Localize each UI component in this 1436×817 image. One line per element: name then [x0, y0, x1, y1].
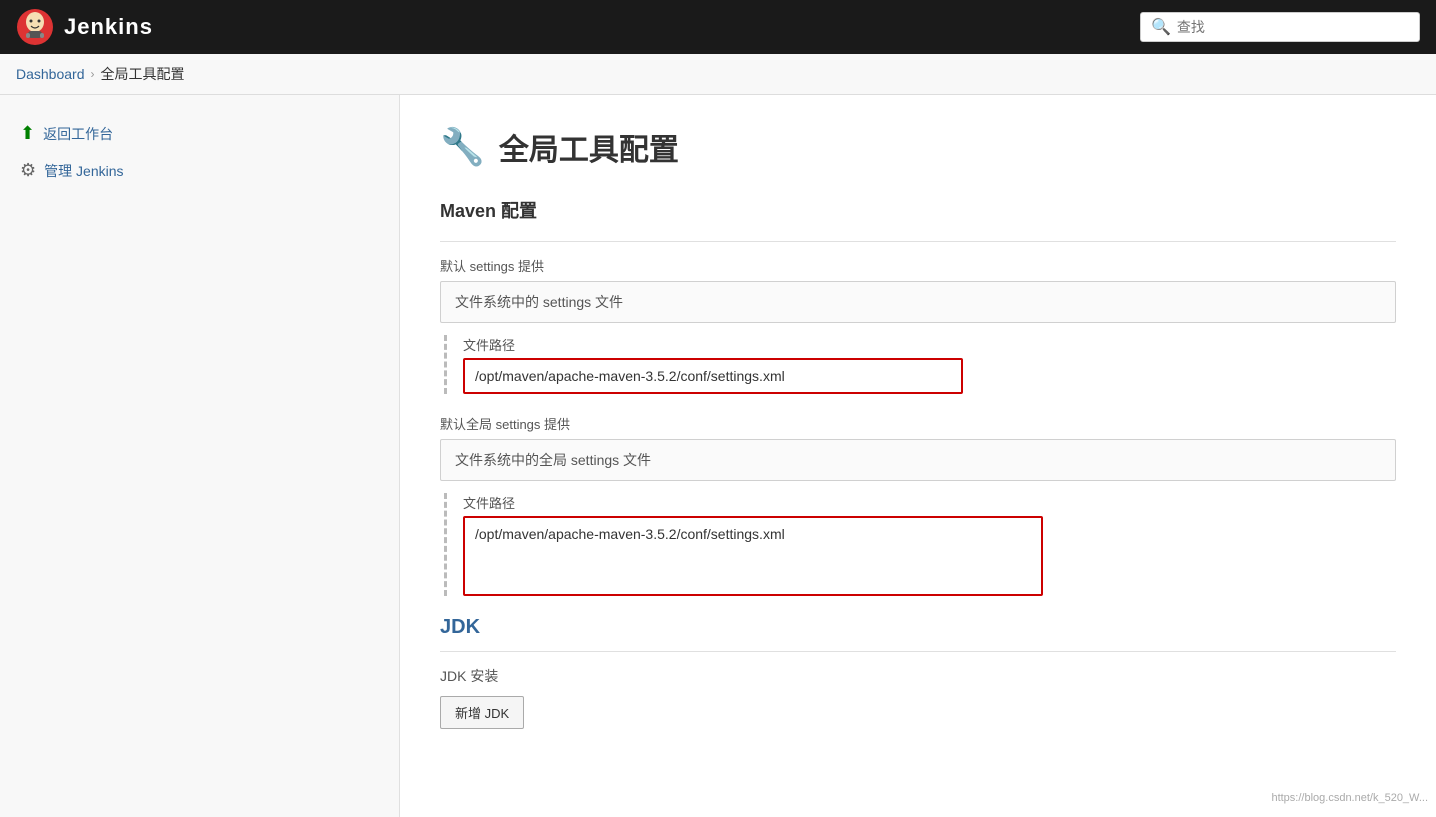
default-global-settings-dropdown-value: 文件系统中的全局 settings 文件 [455, 452, 651, 468]
breadcrumb: Dashboard › 全局工具配置 [0, 54, 1436, 95]
default-settings-file-path-input[interactable] [463, 358, 963, 394]
default-global-settings-dropdown[interactable]: 文件系统中的全局 settings 文件 [440, 439, 1396, 481]
sidebar: ⬆ 返回工作台 ⚙ 管理 Jenkins [0, 95, 400, 817]
tools-icon: 🔧 [440, 126, 485, 168]
maven-divider [440, 241, 1396, 242]
jdk-divider [440, 651, 1396, 652]
up-arrow-icon: ⬆ [20, 123, 35, 144]
default-settings-group: 默认 settings 提供 文件系统中的 settings 文件 文件路径 [440, 256, 1396, 394]
search-icon: 🔍 [1151, 17, 1171, 37]
main-content: 🔧 全局工具配置 Maven 配置 默认 settings 提供 文件系统中的 … [400, 95, 1436, 817]
default-settings-dropdown[interactable]: 文件系统中的 settings 文件 [440, 281, 1396, 323]
add-jdk-button[interactable]: 新增 JDK [440, 696, 524, 729]
default-global-settings-label: 默认全局 settings 提供 [440, 414, 1396, 433]
breadcrumb-current: 全局工具配置 [101, 64, 185, 84]
default-settings-field-label: 文件路径 [463, 335, 1396, 354]
jdk-section: JDK JDK 安装 新增 JDK [440, 616, 1396, 729]
jdk-section-title: JDK [440, 616, 1396, 639]
header-app-title: Jenkins [64, 14, 153, 40]
sidebar-item-manage-label: 管理 Jenkins [44, 161, 123, 181]
header-logo: Jenkins [16, 8, 153, 46]
gear-icon: ⚙ [20, 160, 36, 181]
search-input[interactable] [1177, 19, 1409, 35]
layout: ⬆ 返回工作台 ⚙ 管理 Jenkins 🔧 全局工具配置 Maven 配置 默… [0, 95, 1436, 817]
page-title-row: 🔧 全局工具配置 [440, 125, 1396, 169]
search-bar[interactable]: 🔍 [1140, 12, 1420, 42]
default-global-settings-field-label: 文件路径 [463, 493, 1396, 512]
maven-config-section: Maven 配置 默认 settings 提供 文件系统中的 settings … [440, 197, 1396, 596]
maven-section-title: Maven 配置 [440, 197, 1396, 227]
default-settings-label: 默认 settings 提供 [440, 256, 1396, 275]
watermark: https://blog.csdn.net/k_520_W... [1271, 792, 1428, 804]
default-settings-dropdown-value: 文件系统中的 settings 文件 [455, 294, 623, 310]
breadcrumb-home[interactable]: Dashboard [16, 66, 85, 82]
page-title: 全局工具配置 [499, 125, 679, 169]
jenkins-logo-icon [16, 8, 54, 46]
breadcrumb-separator: › [91, 67, 95, 81]
default-global-settings-file-path-input[interactable]: /opt/maven/apache-maven-3.5.2/conf/setti… [463, 516, 1043, 596]
default-settings-indented: 文件路径 [444, 335, 1396, 394]
sidebar-item-manage-jenkins[interactable]: ⚙ 管理 Jenkins [16, 152, 383, 189]
default-global-settings-indented: 文件路径 /opt/maven/apache-maven-3.5.2/conf/… [444, 493, 1396, 596]
jdk-sub-label: JDK 安装 [440, 666, 1396, 686]
sidebar-item-back-to-workspace[interactable]: ⬆ 返回工作台 [16, 115, 383, 152]
sidebar-item-back-label: 返回工作台 [43, 124, 113, 144]
header: Jenkins 🔍 [0, 0, 1436, 54]
default-global-settings-group: 默认全局 settings 提供 文件系统中的全局 settings 文件 文件… [440, 414, 1396, 596]
